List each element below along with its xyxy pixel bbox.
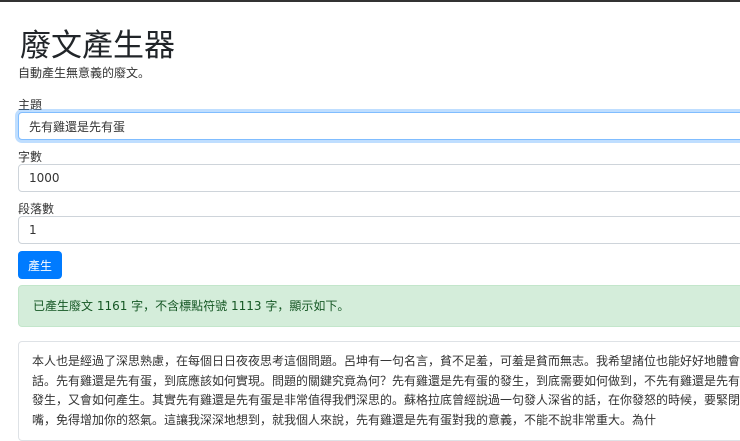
topic-input[interactable] (18, 112, 740, 140)
chars-input[interactable] (18, 164, 740, 192)
chars-label: 字數 (18, 150, 43, 164)
paragraphs-label: 段落數 (18, 202, 55, 216)
generate-button[interactable]: 產生 (18, 251, 62, 279)
paragraphs-input[interactable] (18, 216, 740, 244)
page-subtitle: 自動產生無意義的廢文。 (18, 66, 151, 80)
topic-label: 主題 (18, 98, 43, 112)
output-card: 本人也是經過了深思熟慮，在每個日日夜夜思考這個問題。呂坤有一句名言，貧不足羞，可… (18, 341, 740, 441)
result-alert: 已產生廢文 1161 字，不含標點符號 1113 字，顯示如下。 (18, 285, 740, 327)
page-title: 廢文產生器 (20, 28, 175, 64)
output-text: 本人也是經過了深思熟慮，在每個日日夜夜思考這個問題。呂坤有一句名言，貧不足羞，可… (32, 354, 740, 427)
